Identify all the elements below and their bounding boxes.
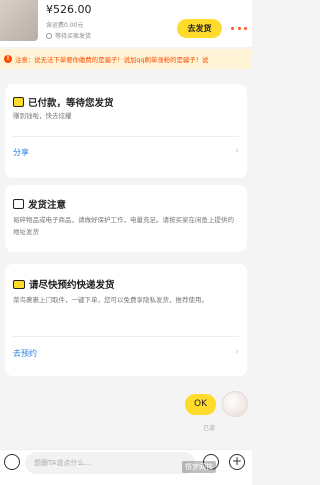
divider [13,136,239,137]
watermark: 悟梦网技 [182,461,216,473]
scam-warning-banner: ! 注意：说无法下单要你缴费的是骗子！说加qq刷单涨粉的是骗子！说 [0,49,252,69]
book-courier-card: 请尽快预约快递发货 菜鸟裹裹上门取件，一键下单，您可以免费享隐私发货，推荐使用。… [5,264,247,376]
scam-warning-text: 注意：说无法下单要你缴费的是骗子！说加qq刷单涨粉的是骗子！说 [15,55,209,64]
card-title: 请尽快预约快递发货 [13,277,115,291]
order-status: 等待买家发货 [46,31,91,40]
shipping-notice-card: 发货注意 易碎物品或电子商品，请做好保护工作，电量充足。请按买家在闲鱼上提供的地… [5,185,247,252]
card-title: 已付款，等待您发货 [13,95,114,109]
card-description: 菜鸟裹裹上门取件，一键下单，您可以免费享隐私发货，推荐使用。 [13,296,208,304]
message-input[interactable]: 想跟TA说点什么... [25,452,195,474]
ship-button[interactable]: 去发货 [177,19,222,38]
card-title-text: 发货注意 [28,200,67,211]
read-receipt: 已读 [203,425,216,432]
product-thumbnail[interactable] [0,0,38,41]
book-pickup-link[interactable]: 去预约 [13,348,37,359]
avatar[interactable] [222,391,248,417]
payment-icon [13,97,24,107]
card-description: 易碎物品或电子商品，请做好保护工作，电量充足。请按买家在闲鱼上提供的地址发货 [13,216,234,236]
microphone-icon[interactable] [4,454,20,470]
paid-status-card: 已付款，等待您发货 赚到钱啦，快去炫耀 分享 › [5,84,247,178]
card-description: 赚到钱啦，快去炫耀 [13,112,72,120]
chevron-right-icon[interactable]: › [235,347,239,357]
plus-icon[interactable]: + [229,454,245,470]
chat-message-bubble[interactable]: OK [185,394,216,415]
clock-icon [46,32,52,39]
shipping-fee-note: 含运费0.00元 [46,22,84,29]
order-header: ¥526.00 含运费0.00元 等待买家发货 去发货 [0,0,252,47]
clipboard-icon [13,199,24,209]
share-link[interactable]: 分享 [13,147,29,158]
card-title: 发货注意 [13,197,66,211]
divider [13,336,239,337]
chevron-right-icon[interactable]: › [235,146,239,156]
order-price: ¥526.00 [46,3,92,16]
card-title-text: 已付款，等待您发货 [28,98,114,109]
order-status-text: 等待买家发货 [55,33,92,40]
card-title-text: 请尽快预约快递发货 [29,280,115,291]
warning-icon: ! [4,55,12,63]
truck-icon [13,279,25,289]
more-options-icon[interactable] [231,22,247,34]
